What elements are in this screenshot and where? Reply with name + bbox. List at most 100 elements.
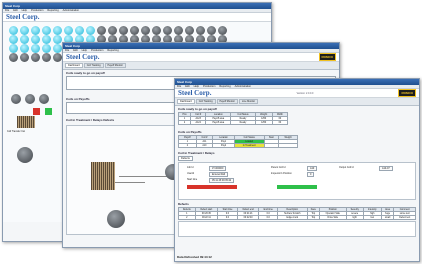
coil-icon[interactable] <box>163 26 172 35</box>
defects-tab[interactable]: Defects <box>178 156 193 161</box>
output-value: A10-07 <box>379 166 393 171</box>
window-defects: Steel Corp File Edit Help Production Rep… <box>174 78 420 262</box>
table-cell: 1250 <box>254 120 273 125</box>
job-value: JT-000000 <box>209 166 227 171</box>
coil-icon[interactable] <box>9 53 18 62</box>
menu-edit[interactable]: Edit <box>185 85 189 88</box>
table-cell: Edge crack <box>276 215 308 220</box>
defects-table: Defects Defect start Start time Defect end E… <box>178 207 416 220</box>
tab-coil-tracking[interactable]: Coil Tracking <box>195 99 216 104</box>
coil-icon[interactable] <box>31 26 40 35</box>
coil-icon[interactable] <box>207 26 216 35</box>
menu-reporting[interactable]: Reporting <box>107 49 118 52</box>
tab-payoff[interactable]: Payoff Monitor <box>216 99 238 104</box>
coil-icon[interactable] <box>119 26 128 35</box>
coil-icon[interactable] <box>9 26 18 35</box>
menu-help[interactable]: Help <box>82 49 87 52</box>
table-cell: 2 <box>178 215 196 220</box>
menu-reporting[interactable]: Reporting <box>47 9 58 12</box>
coil-icon[interactable] <box>53 26 62 35</box>
coil-icon[interactable] <box>9 35 18 44</box>
menu-help[interactable]: Help <box>22 9 27 12</box>
coil-icon[interactable] <box>152 26 161 35</box>
inspector-value: 0 <box>307 172 315 177</box>
table-cell: A124 <box>190 120 207 125</box>
menu-admin[interactable]: Administration <box>235 85 251 88</box>
payoff-row[interactable]: 2 A10 Pay2 In Treatment <box>178 143 298 148</box>
coil-icon[interactable] <box>53 35 62 44</box>
coil-icon[interactable] <box>86 26 95 35</box>
coil-icon[interactable] <box>9 44 18 53</box>
ready-row[interactable]: 2 A124 Payoff area Ready 1250 60 <box>177 120 289 125</box>
yard-label: Coil Transfer Car <box>7 130 26 133</box>
menu-production[interactable]: Production <box>31 9 43 12</box>
coil-icon[interactable] <box>42 44 51 53</box>
coil-icon[interactable] <box>20 44 29 53</box>
status-light-green <box>45 108 52 115</box>
table-cell: Defect text <box>393 215 416 220</box>
treatment-panel: Job Id JT-000000 UserId Entered Roll Sta… <box>178 162 416 200</box>
coil-icon[interactable] <box>42 35 51 44</box>
menu-admin[interactable]: Administration <box>63 9 79 12</box>
table-cell: 00:22:40 <box>236 215 260 220</box>
menu-edit[interactable]: Edit <box>13 9 17 12</box>
coil-icon[interactable] <box>42 53 51 62</box>
coil-icon[interactable] <box>75 26 84 35</box>
coil-icon[interactable] <box>108 26 117 35</box>
tab-coil-tracking[interactable]: Coil Tracking <box>83 63 104 68</box>
status-light-red <box>33 108 40 115</box>
job-label: Job Id <box>187 166 194 169</box>
coil-icon[interactable] <box>31 35 40 44</box>
menu-reporting[interactable]: Reporting <box>219 85 230 88</box>
payoff-table: Payoff Coil # Location Coil Status Start Weig… <box>178 135 298 148</box>
coil-in-treatment-icon <box>91 162 115 190</box>
logo: Steel Corp. <box>178 89 212 97</box>
version-label: Version: 2.0.0.0 <box>296 91 314 95</box>
tab-payoff[interactable]: Payoff Monitor <box>104 63 126 68</box>
parent-value: A10 <box>307 166 318 171</box>
user-value: Entered Roll <box>209 172 229 177</box>
coil-icon[interactable] <box>53 44 62 53</box>
coil-icon[interactable] <box>141 26 150 35</box>
menu-file[interactable]: File <box>177 85 181 88</box>
menu-edit[interactable]: Edit <box>73 49 77 52</box>
table-cell: 0.0 <box>217 215 238 220</box>
menu-file[interactable]: File <box>5 9 9 12</box>
logo: Steel Corp. <box>6 13 40 21</box>
coil-icon[interactable] <box>53 53 62 62</box>
coil-icon[interactable] <box>185 26 194 35</box>
table-cell <box>263 143 280 148</box>
menu-production[interactable]: Production <box>91 49 103 52</box>
coil-icon[interactable] <box>130 26 139 35</box>
coil-icon[interactable] <box>20 53 29 62</box>
coil-icon[interactable] <box>196 26 205 35</box>
coil-icon[interactable] <box>64 26 73 35</box>
table-cell <box>278 143 298 148</box>
tab-dashboard[interactable]: Dashboard <box>177 99 195 104</box>
table-cell: 60 <box>271 120 289 125</box>
tab-dashboard[interactable]: Dashboard <box>65 63 83 68</box>
coil-icon[interactable] <box>31 44 40 53</box>
table-cell: Drive Side <box>319 215 347 220</box>
output-coil-icon <box>107 210 125 228</box>
table-cell: 00:22:11 <box>194 215 219 220</box>
logo: Steel Corp. <box>66 53 100 61</box>
table-cell: 0.0 <box>258 215 278 220</box>
coil-icon[interactable] <box>218 26 227 35</box>
coil-icon[interactable] <box>174 26 183 35</box>
tab-line[interactable]: Line Monitor <box>238 99 259 104</box>
coil-icon[interactable] <box>20 35 29 44</box>
coil-icon <box>39 94 49 104</box>
defects-empty-area <box>178 221 416 237</box>
start-label: Start time <box>187 178 198 181</box>
brand-header: Steel Corp. <box>3 13 271 22</box>
coil-icon[interactable] <box>42 26 51 35</box>
coil-icon[interactable] <box>97 26 106 35</box>
defect-row[interactable]: 2 00:22:11 0.0 00:22:40 0.0 Edge crack Top Driv… <box>178 215 416 220</box>
coil-icon[interactable] <box>31 53 40 62</box>
status-bar-red <box>187 185 237 189</box>
menu-file[interactable]: File <box>65 49 69 52</box>
menu-help[interactable]: Help <box>194 85 199 88</box>
menu-production[interactable]: Production <box>203 85 215 88</box>
coil-icon[interactable] <box>20 26 29 35</box>
